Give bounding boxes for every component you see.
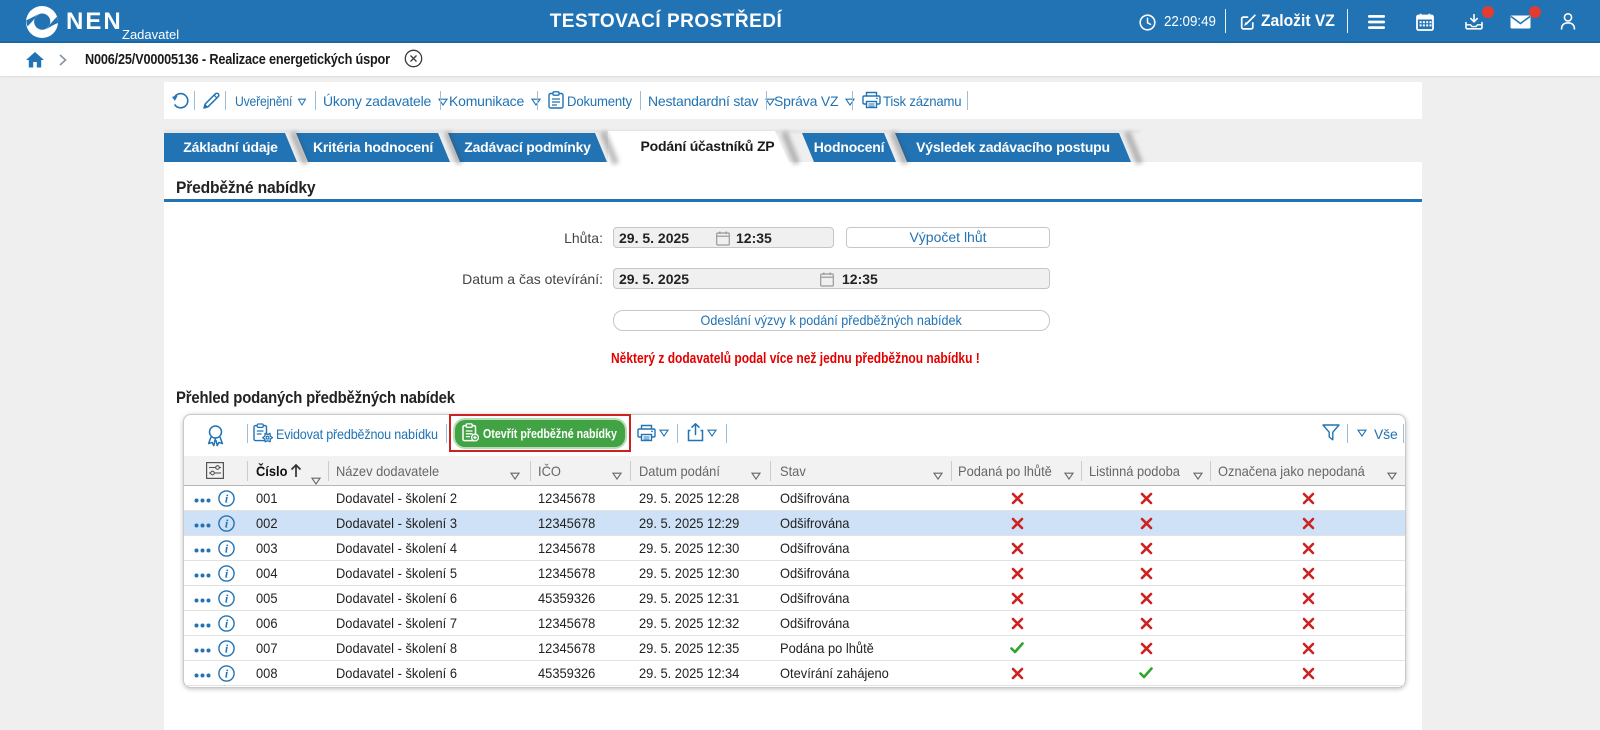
svg-text:i: i <box>225 492 229 506</box>
svg-text:i: i <box>225 542 229 556</box>
svg-text:i: i <box>225 642 229 656</box>
svg-text:i: i <box>225 667 229 681</box>
svg-text:i: i <box>225 517 229 531</box>
svg-text:i: i <box>225 617 229 631</box>
svg-text:i: i <box>225 592 229 606</box>
svg-text:i: i <box>225 567 229 581</box>
